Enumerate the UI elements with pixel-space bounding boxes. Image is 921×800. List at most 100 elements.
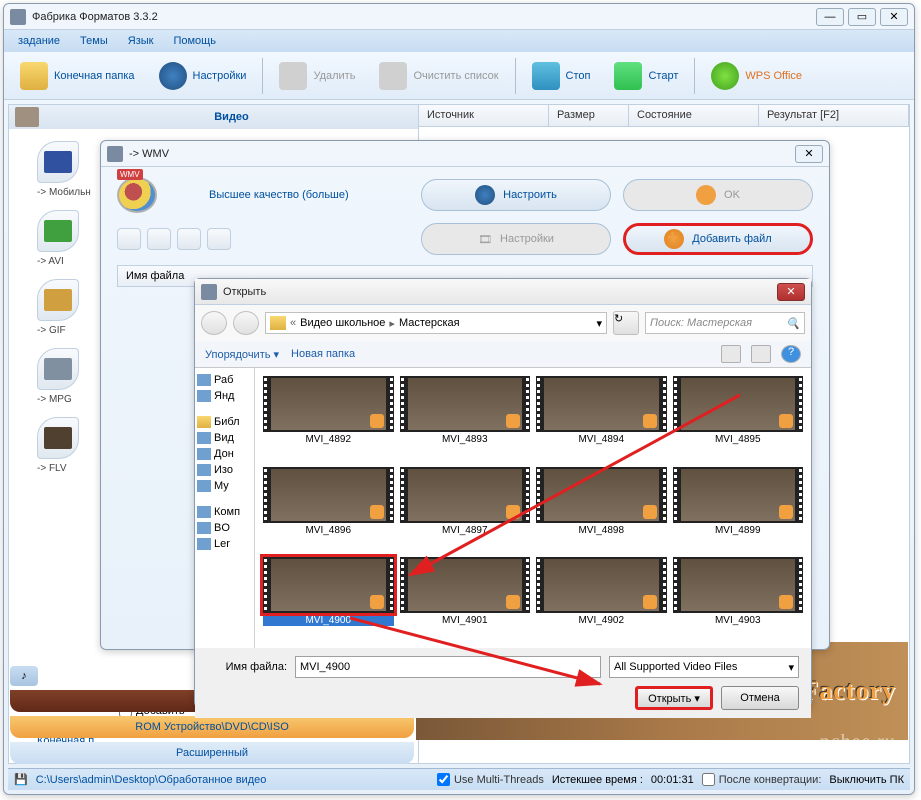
film-icon — [15, 107, 39, 127]
tree-item[interactable]: Библ — [197, 414, 252, 430]
quality-link[interactable]: Высшее качество (больше) — [209, 189, 349, 201]
computer-icon — [197, 506, 211, 518]
menu-help[interactable]: Помощь — [165, 33, 224, 49]
file-thumb[interactable]: MVI_4898 — [536, 467, 667, 550]
menu-themes[interactable]: Темы — [72, 33, 116, 49]
advanced-tab[interactable]: Расширенный — [10, 742, 414, 764]
menu-language[interactable]: Язык — [120, 33, 162, 49]
configure-button[interactable]: Настроить — [421, 179, 611, 211]
organize-menu[interactable]: Упорядочить ▾ — [205, 348, 279, 361]
elapsed-label: Истекшее время : — [552, 774, 643, 786]
help-button[interactable]: ? — [781, 345, 801, 363]
file-thumb[interactable]: MVI_4895 — [673, 376, 804, 459]
sidebar-item-1[interactable] — [37, 210, 79, 252]
remove-button[interactable] — [147, 228, 171, 250]
video-tab[interactable]: Видео — [9, 105, 418, 129]
music-tab[interactable]: ♪ — [10, 666, 38, 686]
tree-item[interactable]: Дон — [197, 446, 252, 462]
tree-item[interactable]: Раб — [197, 372, 252, 388]
ok-button[interactable]: OK — [623, 179, 813, 211]
minimize-button[interactable]: — — [816, 8, 844, 26]
video-thumbnail — [536, 376, 667, 432]
stop-icon — [532, 62, 560, 90]
info-button[interactable] — [117, 228, 141, 250]
wmv-titlebar[interactable]: -> WMV ✕ — [101, 141, 829, 167]
rom-tab[interactable]: ROM Устройство\DVD\CD\ISO — [10, 716, 414, 738]
tree-item[interactable]: Комп — [197, 504, 252, 520]
play-button[interactable] — [177, 228, 201, 250]
start-button[interactable]: Старт — [606, 58, 686, 94]
refresh-button[interactable]: ↻ — [613, 311, 639, 335]
after-convert-checkbox[interactable]: После конвертации: — [702, 773, 822, 786]
output-path[interactable]: C:\Users\admin\Desktop\Обработанное виде… — [36, 774, 429, 786]
preview-pane-button[interactable] — [751, 345, 771, 363]
file-thumb[interactable]: MVI_4892 — [263, 376, 394, 459]
tree-item[interactable]: Му — [197, 478, 252, 494]
file-thumb[interactable]: MVI_4900 — [263, 557, 394, 640]
wps-button[interactable]: WPS Office — [703, 58, 810, 94]
col-result[interactable]: Результат [F2] — [759, 105, 909, 126]
output-settings-button[interactable]: 🎞Настройки — [421, 223, 611, 255]
breadcrumb[interactable]: « Видео школьное ▸ Мастерская ▾ — [265, 312, 607, 334]
sidebar-item-3[interactable] — [37, 348, 79, 390]
folder-icon — [20, 62, 48, 90]
stop-button[interactable]: Стоп — [524, 58, 599, 94]
file-grid[interactable]: MVI_4892MVI_4893 MVI_4894 MVI_4895 MVI_4896… — [255, 368, 811, 648]
range-button[interactable] — [207, 228, 231, 250]
close-button[interactable]: ✕ — [880, 8, 908, 26]
folder-tree[interactable]: РабЯнд БиблВидДонИзоМу КомпBOLer — [195, 368, 255, 648]
filename-input[interactable] — [295, 656, 601, 678]
view-mode-button[interactable] — [721, 345, 741, 363]
maximize-button[interactable]: ▭ — [848, 8, 876, 26]
multithread-checkbox[interactable]: Use Multi-Threads — [437, 773, 544, 786]
output-folder-button[interactable]: Конечная папка — [12, 58, 143, 94]
file-name: MVI_4897 — [400, 525, 531, 536]
open-button[interactable]: Открыть ▾ — [635, 686, 713, 710]
sidebar-item-0[interactable] — [37, 141, 79, 183]
file-thumb[interactable]: MVI_4896 — [263, 467, 394, 550]
search-icon: 🔍 — [786, 317, 800, 330]
sidebar-item-2[interactable] — [37, 279, 79, 321]
file-filter-combo[interactable]: All Supported Video Files▾ — [609, 656, 799, 678]
file-thumb[interactable]: MVI_4894 — [536, 376, 667, 459]
film-icon: 🎞 — [478, 233, 492, 246]
main-titlebar[interactable]: Фабрика Форматов 3.3.2 — ▭ ✕ — [4, 4, 914, 30]
tree-item[interactable]: Вид — [197, 430, 252, 446]
tree-item[interactable]: BO — [197, 520, 252, 536]
settings-button[interactable]: Настройки — [151, 58, 255, 94]
desktop-icon — [197, 374, 211, 386]
tree-item[interactable]: Ler — [197, 536, 252, 552]
file-thumb[interactable]: MVI_4893 — [400, 376, 531, 459]
file-thumb[interactable]: MVI_4903 — [673, 557, 804, 640]
add-file-button[interactable]: Добавить файл — [623, 223, 813, 255]
sidebar-label: -> AVI — [37, 256, 107, 267]
file-thumb[interactable]: MVI_4902 — [536, 557, 667, 640]
app-icon — [10, 9, 26, 25]
clear-list-button[interactable]: Очистить список — [371, 58, 506, 94]
file-name: MVI_4894 — [536, 434, 667, 445]
gear-icon — [159, 62, 187, 90]
tree-item[interactable]: Изо — [197, 462, 252, 478]
delete-icon — [279, 62, 307, 90]
menu-task[interactable]: задание — [10, 33, 68, 49]
open-close-button[interactable]: ✕ — [777, 283, 805, 301]
sidebar-item-4[interactable] — [37, 417, 79, 459]
start-icon — [614, 62, 642, 90]
cancel-button[interactable]: Отмена — [721, 686, 799, 710]
open-dialog: Открыть ✕ « Видео школьное ▸ Мастерская … — [194, 278, 812, 708]
file-thumb[interactable]: MVI_4897 — [400, 467, 531, 550]
file-thumb[interactable]: MVI_4899 — [673, 467, 804, 550]
nav-back-button[interactable] — [201, 311, 227, 335]
open-titlebar[interactable]: Открыть ✕ — [195, 279, 811, 305]
col-size[interactable]: Размер — [549, 105, 629, 126]
video-thumbnail — [263, 467, 394, 523]
new-folder-button[interactable]: Новая папка — [291, 348, 355, 360]
nav-forward-button[interactable] — [233, 311, 259, 335]
delete-button[interactable]: Удалить — [271, 58, 363, 94]
file-thumb[interactable]: MVI_4901 — [400, 557, 531, 640]
tree-item[interactable]: Янд — [197, 388, 252, 404]
col-state[interactable]: Состояние — [629, 105, 759, 126]
wmv-close-button[interactable]: ✕ — [795, 145, 823, 163]
search-input[interactable]: Поиск: Мастерская 🔍 — [645, 312, 805, 334]
col-source[interactable]: Источник — [419, 105, 549, 126]
